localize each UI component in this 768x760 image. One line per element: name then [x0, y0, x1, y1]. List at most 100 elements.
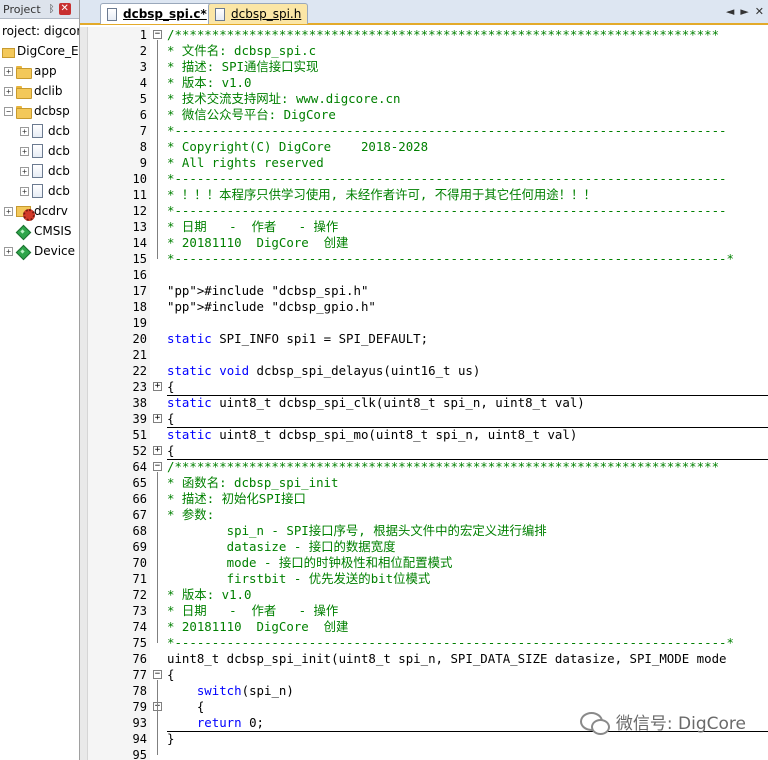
- code-line: 3 * 描述: SPI通信接口实现: [80, 59, 768, 75]
- line-number: 77: [132, 668, 147, 682]
- gear-folder-icon: [16, 205, 35, 221]
- fold-expand-icon[interactable]: +: [153, 382, 162, 391]
- code-line: 13 * 日期 - 作者 - 操作: [80, 219, 768, 235]
- code-text: * 描述: SPI通信接口实现: [167, 59, 319, 74]
- code-text: return 0;: [196, 715, 265, 730]
- tree-item[interactable]: + Device: [4, 241, 75, 261]
- line-number: 13: [132, 220, 147, 234]
- code-line: 9 * All rights reserved: [80, 155, 768, 171]
- tree-item[interactable]: + dclib: [4, 81, 63, 101]
- code-text: * Copyright(C) DigCore 2018-2028: [167, 139, 429, 154]
- line-number: 64: [132, 460, 147, 474]
- code-text: *---------------------------------------…: [167, 123, 727, 138]
- expand-icon[interactable]: +: [20, 166, 29, 176]
- tree-item[interactable]: CMSIS: [4, 221, 72, 241]
- project-titlebar: Project ᛒ ✕: [0, 0, 79, 19]
- code-line: 95: [80, 747, 768, 760]
- fold-collapse-icon[interactable]: −: [153, 462, 162, 471]
- code-line: 77−{: [80, 667, 768, 683]
- line-number: 16: [132, 268, 147, 282]
- tree-item[interactable]: − dcbsp: [4, 101, 70, 121]
- code-text: * All rights reserved: [167, 155, 324, 170]
- expand-icon[interactable]: +: [4, 66, 13, 76]
- code-line: 65 * 函数名: dcbsp_spi_init: [80, 475, 768, 491]
- tree-item[interactable]: + dcb: [20, 141, 70, 161]
- code-line: 38 static uint8_t dcbsp_spi_clk(uint8_t s…: [80, 395, 768, 411]
- scroll-right-icon[interactable]: ►: [740, 5, 748, 18]
- code-line: 72 * 版本: v1.0: [80, 587, 768, 603]
- line-number: 1: [139, 28, 147, 42]
- code-text: static SPI_INFO spi1 = SPI_DEFAULT;: [167, 331, 429, 346]
- tab-dcbsp-spi-h[interactable]: dcbsp_spi.h: [208, 3, 309, 24]
- tab-dcbsp-spi-c[interactable]: dcbsp_spi.c*: [100, 3, 214, 24]
- code-text: static uint8_t dcbsp_spi_clk(uint8_t spi…: [167, 395, 585, 410]
- collapsed-region-divider: [167, 395, 768, 396]
- code-text: switch(spi_n): [196, 683, 294, 698]
- fold-expand-icon[interactable]: +: [153, 446, 162, 455]
- code-text: * 描述: 初始化SPI接口: [167, 491, 306, 506]
- expand-icon[interactable]: +: [20, 186, 29, 196]
- collapse-icon[interactable]: −: [4, 106, 13, 116]
- pin-icon[interactable]: ᛒ: [49, 4, 55, 15]
- tree-item[interactable]: + dcdrv: [4, 201, 68, 221]
- fold-guide: [157, 680, 158, 755]
- tree-item[interactable]: + dcb: [20, 121, 70, 141]
- expand-icon[interactable]: +: [20, 126, 29, 136]
- target-item[interactable]: DigCore_Em: [2, 41, 79, 61]
- project-root-item[interactable]: roject: digcore: [2, 21, 80, 41]
- code-text: {: [167, 379, 175, 394]
- tree-item-label: CMSIS: [34, 224, 72, 238]
- line-number: 67: [132, 508, 147, 522]
- tree-item-label: dcb: [48, 184, 70, 198]
- expand-icon[interactable]: +: [20, 146, 29, 156]
- file-icon: [32, 164, 43, 178]
- code-text: }: [167, 731, 175, 746]
- line-number: 3: [139, 60, 147, 74]
- folder-icon: [16, 105, 32, 119]
- expand-icon[interactable]: +: [4, 206, 13, 216]
- line-number: 15: [132, 252, 147, 266]
- code-line: 64−/************************************…: [80, 459, 768, 475]
- close-icon[interactable]: ✕: [58, 3, 71, 15]
- code-text: mode - 接口的时钟极性和相位配置模式: [167, 555, 453, 570]
- fold-expand-icon[interactable]: +: [153, 414, 162, 423]
- line-number: 21: [132, 348, 147, 362]
- line-number: 72: [132, 588, 147, 602]
- fold-collapse-icon[interactable]: −: [153, 30, 162, 39]
- tree-item[interactable]: + dcb: [20, 181, 70, 201]
- tree-item[interactable]: + app: [4, 61, 57, 81]
- scroll-left-icon[interactable]: ◄: [726, 5, 734, 18]
- code-text: static void dcbsp_spi_delayus(uint16_t u…: [167, 363, 481, 378]
- project-panel: Project ᛒ ✕ roject: digcore DigCore_Em +…: [0, 0, 80, 760]
- code-line: 11 * ！！！本程序只供学习使用, 未经作者许可, 不得用于其它任何用途！！！: [80, 187, 768, 203]
- line-number: 70: [132, 556, 147, 570]
- code-line: 51 static uint8_t dcbsp_spi_mo(uint8_t sp…: [80, 427, 768, 443]
- close-tab-icon[interactable]: ✕: [755, 5, 764, 18]
- fold-collapse-icon[interactable]: −: [153, 670, 162, 679]
- code-text: "pp">#include "dcbsp_spi.h": [167, 283, 369, 298]
- line-number: 18: [132, 300, 147, 314]
- watermark-text: 微信号: DigCore: [615, 714, 746, 734]
- expand-icon[interactable]: +: [4, 86, 13, 96]
- code-text: {: [167, 699, 205, 714]
- code-text: *---------------------------------------…: [167, 171, 727, 186]
- project-root-label: roject: digcore: [2, 24, 80, 38]
- code-line: 8 * Copyright(C) DigCore 2018-2028: [80, 139, 768, 155]
- code-text: * 参数:: [167, 507, 215, 522]
- code-line: 7 *--------------------------------------…: [80, 123, 768, 139]
- file-icon: [32, 144, 43, 158]
- tree-item-label: Device: [34, 244, 76, 258]
- target-folder-icon: [2, 45, 15, 58]
- code-text: {: [167, 411, 175, 426]
- code-line: 14 * 20181110 DigCore 创建: [80, 235, 768, 251]
- tree-item[interactable]: + dcb: [20, 161, 70, 181]
- expand-icon[interactable]: +: [4, 246, 13, 256]
- code-line: 5 * 技术交流支持网址: www.digcore.cn: [80, 91, 768, 107]
- project-title: Project: [3, 2, 41, 16]
- line-number: 95: [132, 748, 147, 760]
- code-line: 23 + {: [80, 379, 768, 395]
- code-line: 39 + {: [80, 411, 768, 427]
- line-number: 7: [139, 124, 147, 138]
- code-text: * ！！！本程序只供学习使用, 未经作者许可, 不得用于其它任何用途！！！: [167, 187, 596, 202]
- code-line: 6 * 微信公众号平台: DigCore: [80, 107, 768, 123]
